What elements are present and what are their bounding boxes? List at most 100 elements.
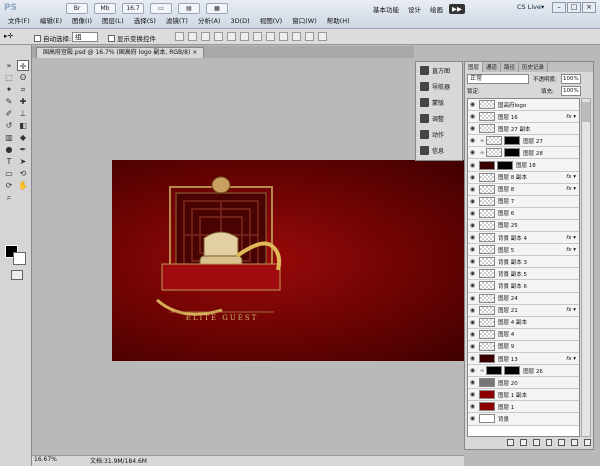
layer-row[interactable]: ◉ 图层 4 副本 (468, 316, 579, 329)
hand-tool-icon[interactable]: ✋ (17, 180, 29, 191)
blur-tool-icon[interactable]: ◆ (17, 132, 29, 143)
eraser-tool-icon[interactable]: ◧ (17, 120, 29, 131)
app-bar-button[interactable]: ▦ (206, 3, 228, 14)
eye-icon[interactable]: ◉ (468, 391, 477, 398)
eye-icon[interactable]: ◉ (468, 246, 477, 253)
eye-icon[interactable]: ◉ (468, 343, 477, 350)
layer-row[interactable]: ◉ ∞ 图层 28 (468, 147, 579, 160)
panel-tab[interactable]: 图层 (465, 62, 484, 72)
align-bottom-icon[interactable] (201, 32, 210, 41)
layer-row[interactable]: ◉ 图层 6 (468, 207, 579, 220)
app-bar-button[interactable]: ▭ (150, 3, 172, 14)
move-tool-icon[interactable]: ✛ (17, 60, 29, 71)
fx-icon[interactable]: fx ▾ (566, 174, 576, 180)
3d-rotate-tool-icon[interactable]: ⟲ (17, 168, 29, 179)
panel-tab[interactable]: 路径 (501, 62, 520, 72)
layer-row[interactable]: ◉ 图层 8 副本 fx ▾ (468, 171, 579, 184)
new-adjustment-icon[interactable] (545, 439, 553, 446)
app-bar-button[interactable]: Mb (94, 3, 116, 14)
eye-icon[interactable]: ◉ (468, 222, 477, 229)
distribute-bottom-icon[interactable] (279, 32, 288, 41)
layer-row[interactable]: ◉ 图层 18 (468, 159, 579, 172)
layer-row[interactable]: ◉ 图层 7 (468, 195, 579, 208)
blend-mode-dropdown[interactable]: 正常 (467, 74, 529, 84)
menu-item[interactable]: 图层(L) (97, 16, 129, 26)
document-canvas[interactable]: ELITE GUEST (112, 160, 470, 361)
new-group-icon[interactable] (558, 439, 566, 446)
layer-row[interactable]: ◉ 背景 副本 6 (468, 280, 579, 293)
distribute-top-icon[interactable] (253, 32, 262, 41)
layer-row[interactable]: ◉ 图层 25 (468, 219, 579, 233)
distribute-vcenter-icon[interactable] (266, 32, 275, 41)
layer-row[interactable]: ◉ 图层 1 副本 (468, 389, 579, 402)
eye-icon[interactable]: ◉ (468, 137, 477, 144)
dodge-tool-icon[interactable]: ● (3, 144, 15, 155)
layer-row[interactable]: ◉ 图层 5 fx ▾ (468, 244, 579, 257)
panel-tab[interactable]: 历史记录 (519, 62, 549, 72)
menu-item[interactable]: 视图(V) (255, 16, 288, 26)
magic-wand-tool-icon[interactable]: ✦ (3, 84, 15, 95)
layer-list-scrollbar[interactable] (581, 98, 591, 437)
menu-item[interactable]: 帮助(H) (322, 16, 355, 26)
menu-item[interactable]: 滤镜(T) (161, 16, 193, 26)
eye-icon[interactable]: ◉ (468, 101, 477, 108)
panel-tab[interactable]: 通道 (483, 62, 502, 72)
auto-select-dropdown[interactable]: 组 (72, 32, 98, 42)
3d-camera-tool-icon[interactable]: ⟳ (3, 180, 15, 191)
menu-item[interactable]: 文件(F) (3, 16, 35, 26)
fx-icon[interactable]: fx ▾ (566, 114, 576, 120)
eye-icon[interactable]: ◉ (468, 403, 477, 410)
menu-item[interactable]: 编辑(E) (35, 16, 67, 26)
eyedropper-tool-icon[interactable]: ✎ (3, 96, 15, 107)
app-bar-button[interactable]: ▤ (178, 3, 200, 14)
cs-live-button[interactable]: CS Live▾ (517, 3, 544, 11)
layer-row[interactable]: ◉ 图层 27 副本 (468, 123, 579, 136)
align-left-icon[interactable] (214, 32, 223, 41)
maximize-button[interactable]: □ (567, 2, 581, 13)
shape-tool-icon[interactable]: ▭ (3, 168, 15, 179)
layer-row[interactable]: ◉ 国高府logo (468, 99, 579, 112)
eye-icon[interactable]: ◉ (468, 282, 477, 289)
eye-icon[interactable]: ◉ (468, 367, 477, 374)
menu-item[interactable]: 图像(I) (67, 16, 97, 26)
align-top-icon[interactable] (175, 32, 184, 41)
layer-row[interactable]: ◉ 图层 1 (468, 401, 579, 414)
layer-row[interactable]: ◉ 图层 16 fx ▾ (468, 111, 579, 124)
layer-row[interactable]: ◉ 图层 13 fx ▾ (468, 352, 579, 366)
align-vcenter-icon[interactable] (188, 32, 197, 41)
layer-row[interactable]: ◉ 图层 4 (468, 328, 579, 341)
add-mask-icon[interactable] (532, 439, 540, 446)
eye-icon[interactable]: ◉ (468, 125, 477, 132)
crop-tool-icon[interactable]: ⌗ (17, 84, 29, 95)
history-brush-tool-icon[interactable]: ↺ (3, 120, 15, 131)
fill-input[interactable]: 100% (561, 86, 581, 96)
eye-icon[interactable]: ◉ (468, 307, 477, 314)
collapsed-panel-button[interactable]: 信息 (416, 142, 462, 158)
app-bar-button[interactable]: Br (66, 3, 88, 14)
path-select-tool-icon[interactable]: ➤ (17, 156, 29, 167)
collapsed-panel-button[interactable]: 调整 (416, 110, 462, 126)
type-tool-icon[interactable]: T (3, 156, 15, 167)
document-tab[interactable]: 国高府宫殿.psd @ 16.7% (国高府 logo 副本, RGB/8) × (36, 47, 205, 58)
workspace-button[interactable]: 设计 (405, 3, 424, 15)
collapsed-panel-button[interactable]: 蒙版 (416, 94, 462, 110)
eye-icon[interactable]: ◉ (468, 355, 477, 362)
menu-item[interactable]: 选择(S) (129, 16, 161, 26)
minimize-button[interactable]: – (552, 2, 566, 13)
collapsed-panel-button[interactable]: 动作 (416, 126, 462, 142)
eye-icon[interactable]: ◉ (468, 270, 477, 277)
fx-icon[interactable]: fx ▾ (566, 356, 576, 362)
layer-row[interactable]: ◉ 图层 24 (468, 292, 579, 305)
zoom-tool-icon[interactable]: ⌕ (3, 192, 15, 203)
move-tool-icon[interactable]: ▸✛ (4, 32, 13, 40)
add-style-icon[interactable] (519, 439, 527, 446)
eye-icon[interactable]: ◉ (468, 331, 477, 338)
layer-row[interactable]: ◉ ∞ 图层 26 (468, 365, 579, 378)
pen-tool-icon[interactable]: ✒ (17, 144, 29, 155)
eye-icon[interactable]: ◉ (468, 113, 477, 120)
fx-icon[interactable]: fx ▾ (566, 235, 576, 241)
collapsed-panel-button[interactable]: 直方图 (416, 62, 462, 78)
collapsed-panel-button[interactable]: 导航器 (416, 78, 462, 94)
healing-tool-icon[interactable]: ✚ (17, 96, 29, 107)
layer-row[interactable]: ◉ 背景 副本 4 fx ▾ (468, 232, 579, 245)
